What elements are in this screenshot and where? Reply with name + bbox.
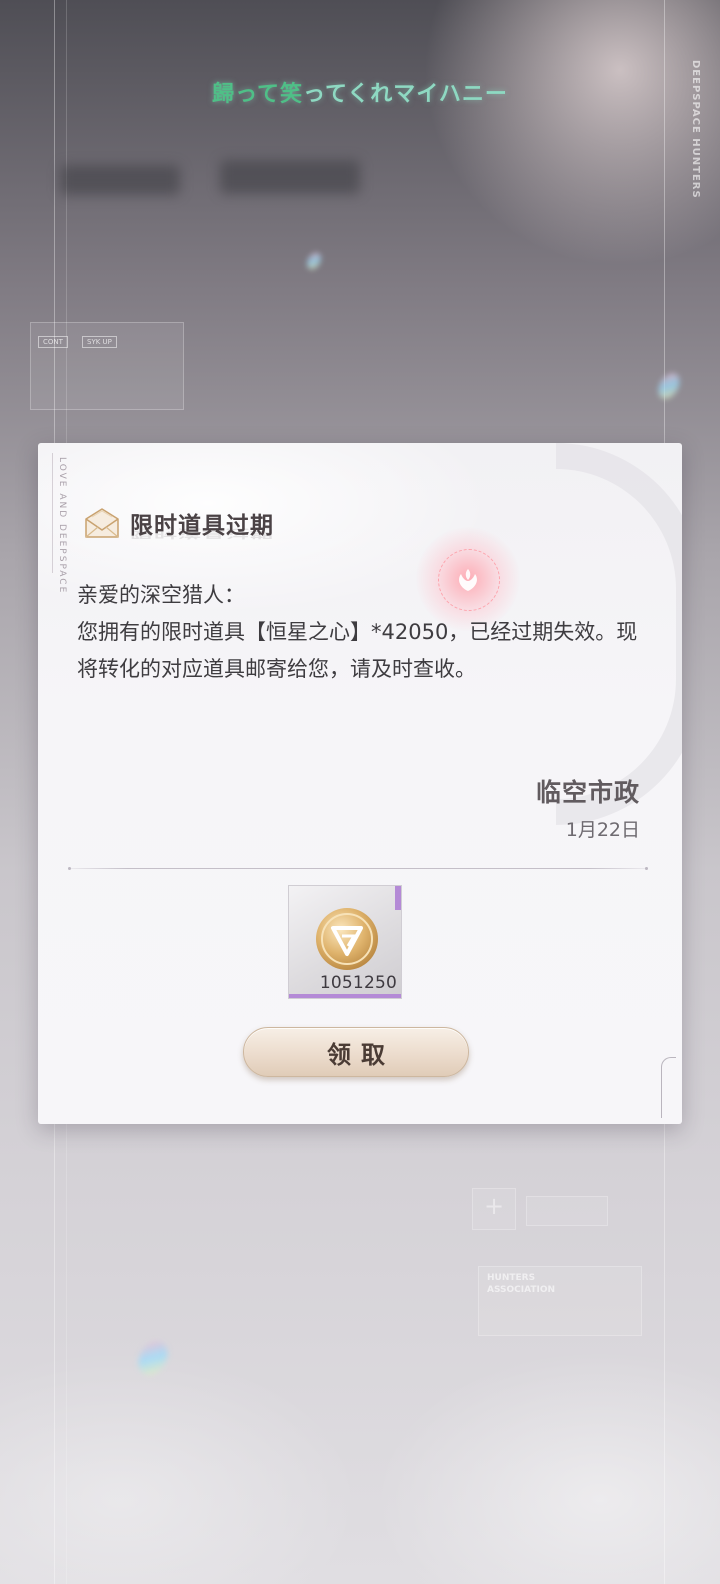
mail-header: 限时道具过期 — [82, 503, 274, 543]
card-left-line — [52, 453, 53, 573]
mail-date: 1月22日 — [565, 819, 640, 841]
mail-card: LOVE AND DEEPSPACE 限时道具过期 限时道具过期 亲爱的深空猎人… — [38, 443, 682, 1124]
mail-body: 亲爱的深空猎人： 您拥有的限时道具【恒星之心】*42050，已经过期失效。现将转… — [77, 577, 647, 688]
light-sparkle — [304, 250, 324, 272]
mail-greeting: 亲爱的深空猎人： — [77, 583, 245, 607]
rarity-tab — [395, 886, 401, 910]
card-corner-ornament — [661, 1057, 676, 1118]
attachment-count: 1051250 — [319, 973, 397, 993]
envelope-icon — [85, 508, 119, 538]
light-sparkle — [654, 369, 684, 403]
attachment-item[interactable]: 1051250 — [288, 885, 402, 999]
ghost-tag: SYK UP — [82, 336, 117, 348]
light-sparkle — [132, 1335, 174, 1381]
divider — [68, 867, 648, 870]
blurred-label — [60, 165, 180, 195]
lyric-highlight: 歸って笑 — [212, 82, 304, 107]
mail-sender: 临空市政 — [535, 778, 640, 807]
lyric-line: 歸って笑ってくれマイハニー — [0, 76, 720, 108]
card-side-text: LOVE AND DEEPSPACE — [57, 457, 67, 595]
gold-coin-icon — [316, 908, 378, 970]
claim-button-label: 领取 — [327, 1039, 395, 1069]
mail-content: 您拥有的限时道具【恒星之心】*42050，已经过期失效。现将转化的对应道具邮寄给… — [77, 620, 638, 681]
rarity-bar — [289, 994, 401, 998]
ghost-association-panel — [478, 1266, 642, 1336]
ghost-tag: CONT — [38, 336, 68, 348]
ghost-small-panel — [526, 1196, 608, 1226]
blurred-label — [220, 160, 360, 194]
lyric-rest: ってくれマイハニー — [303, 82, 508, 107]
brand-vertical-text: DEEPSPACE HUNTERS — [690, 60, 701, 199]
mail-title: 限时道具过期 — [130, 512, 274, 539]
claim-button[interactable]: 领取 — [243, 1027, 469, 1077]
ghost-plus-icon: + — [484, 1192, 505, 1220]
